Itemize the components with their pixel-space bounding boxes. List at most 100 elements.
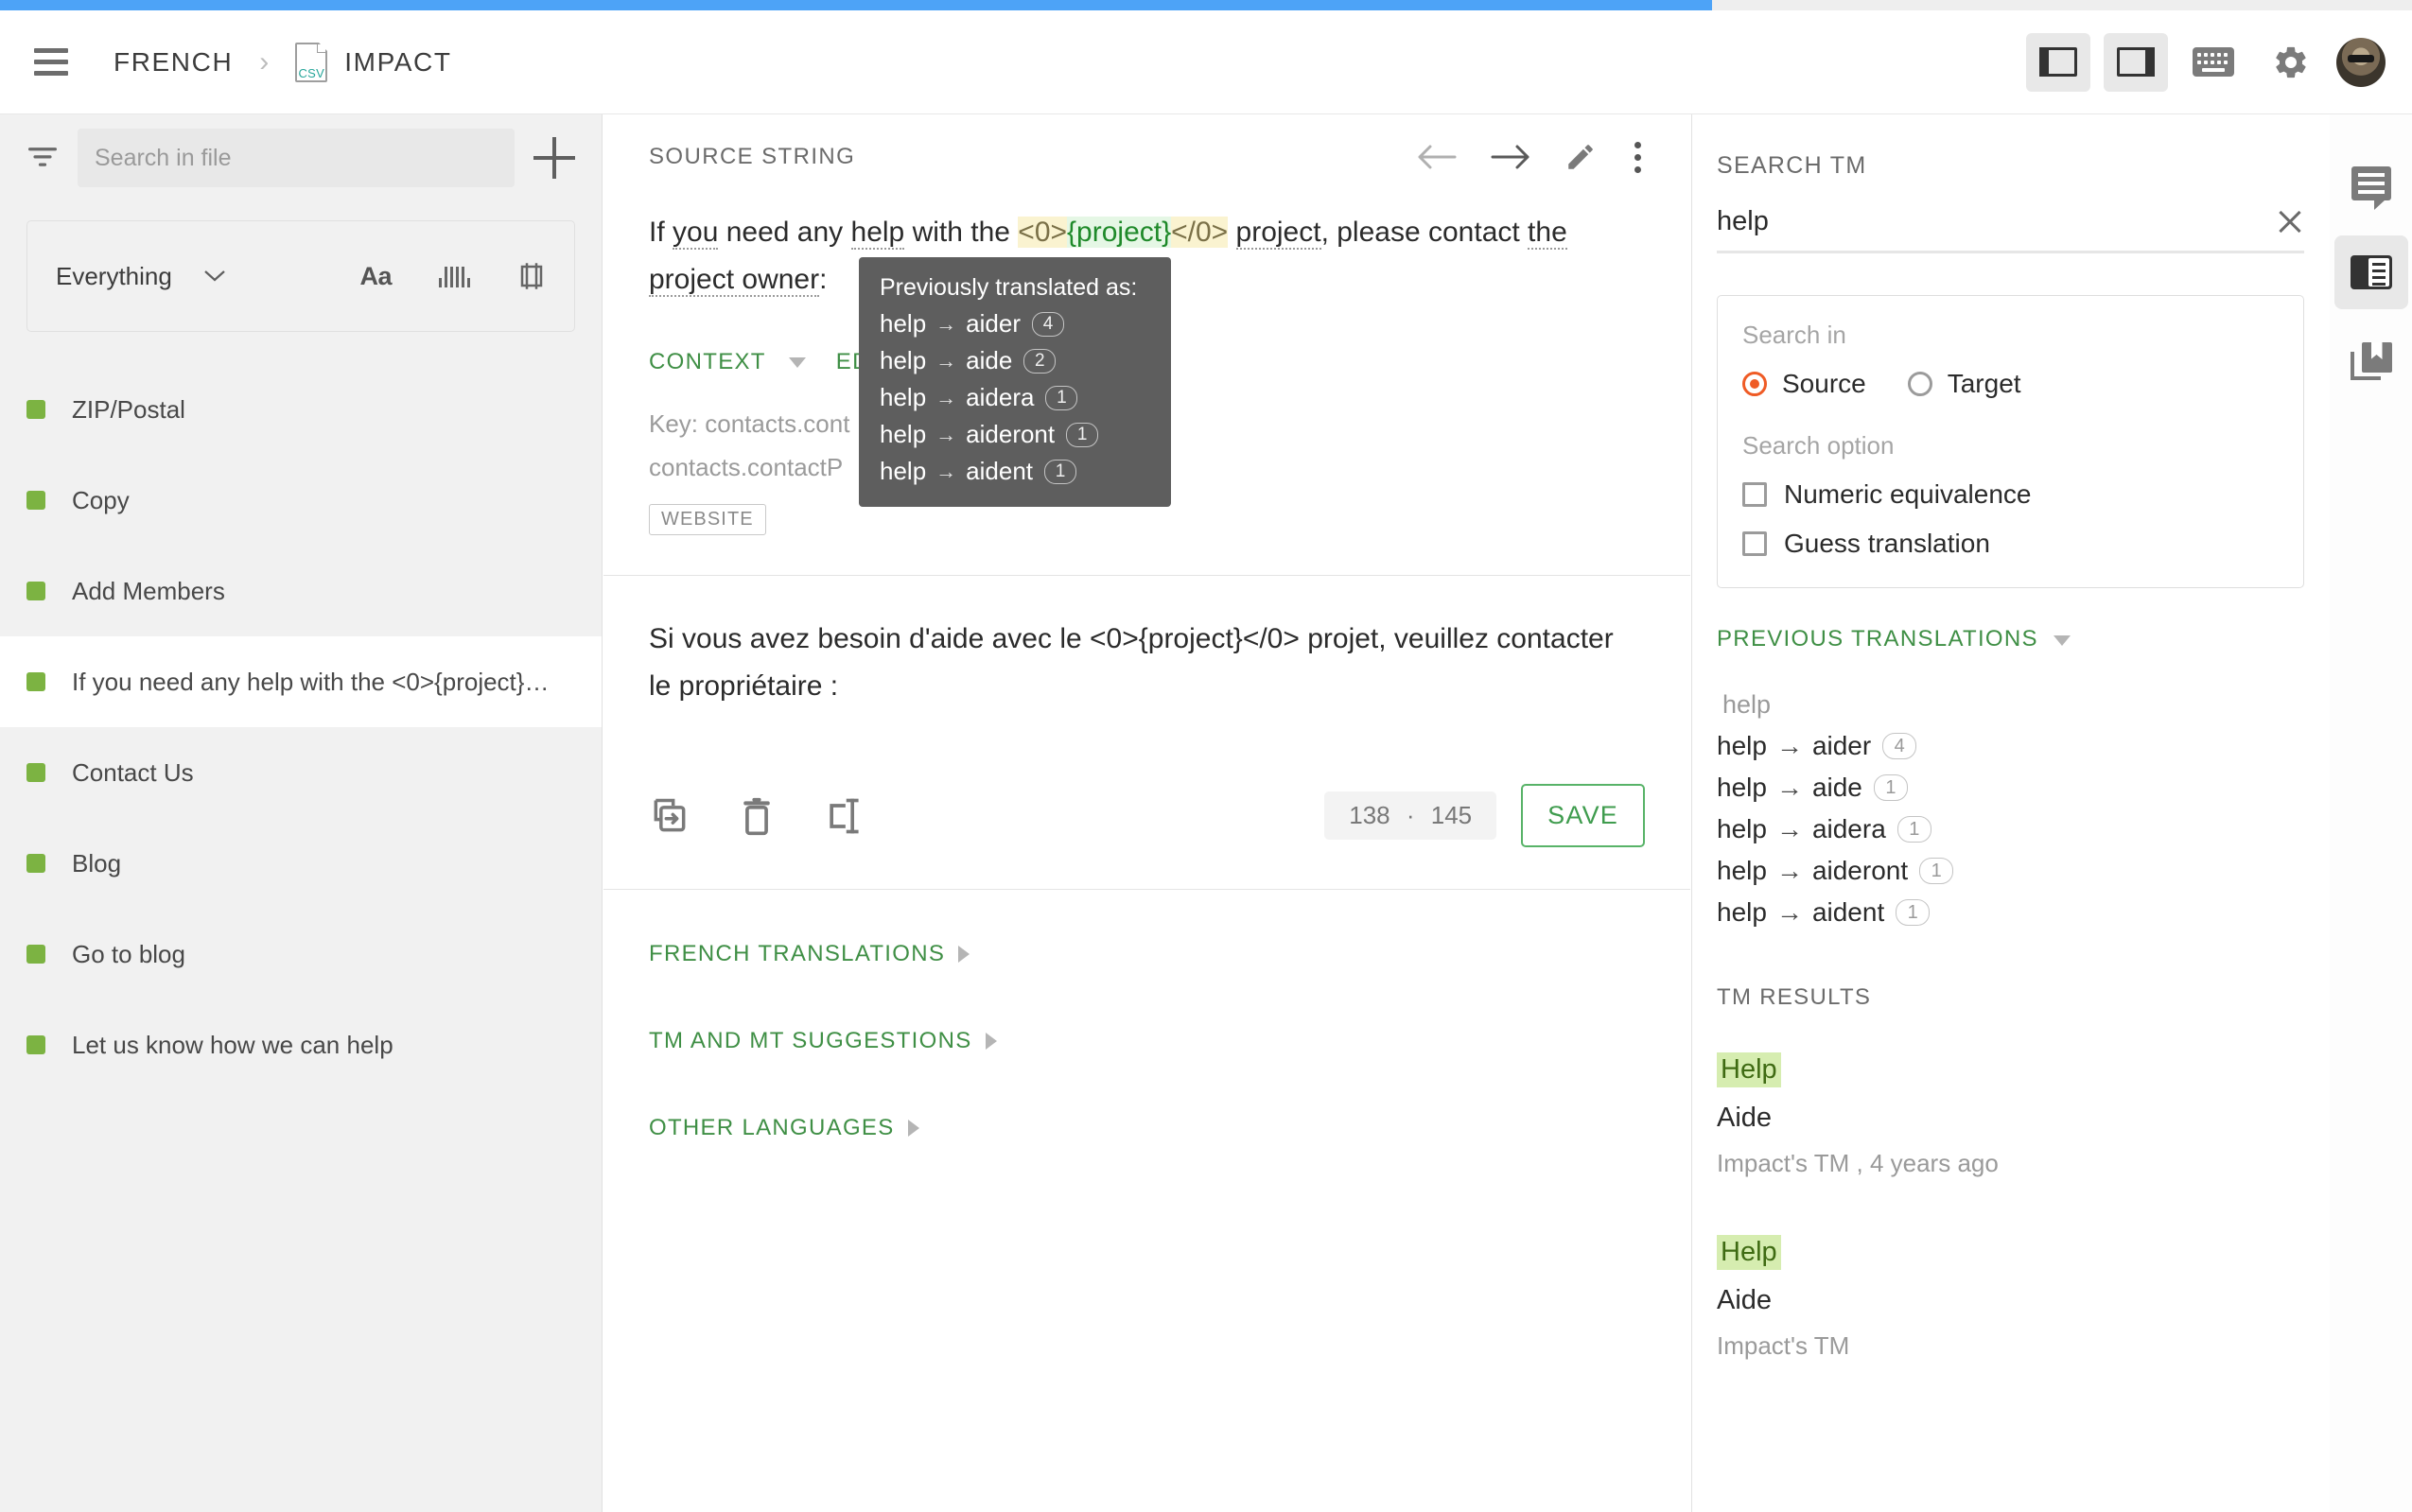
radio-source[interactable]: Source (1742, 369, 1866, 399)
arrow-right-glyph: → (935, 422, 957, 446)
section-french-translations[interactable]: FRENCH TRANSLATIONS (649, 922, 1645, 986)
previous-translations-toggle[interactable]: PREVIOUS TRANSLATIONS (1717, 626, 2329, 652)
target-editor[interactable]: Si vous avez besoin d'aide avec le <0>{p… (603, 576, 1690, 710)
triangle-down-icon[interactable] (788, 356, 806, 368)
search-in-radio-group: Source Target (1742, 369, 2279, 399)
status-dot (26, 400, 45, 419)
source-string-actions (1417, 138, 1645, 177)
pt-source: help (1717, 731, 1767, 760)
match-case-button[interactable]: Aa (359, 262, 392, 291)
list-item-selected[interactable]: If you need any help with the <0>{projec… (0, 636, 602, 727)
search-input[interactable]: Search in file (78, 129, 515, 187)
pt-target: aideront (1811, 856, 1909, 885)
tm-result-item[interactable]: Help Aide Impact's TM (1717, 1235, 2329, 1361)
src-word-project-owner[interactable]: project owner (649, 264, 820, 297)
radio-target[interactable]: Target (1907, 369, 2021, 399)
layout-left-toggle[interactable] (2026, 32, 2090, 92)
src-seg (1228, 217, 1235, 248)
previous-translation-row[interactable]: help → aidera 1 (1717, 814, 2329, 844)
pt-target: aidera (1811, 814, 1886, 843)
list-item[interactable]: ZIP/Postal (0, 364, 602, 455)
list-item[interactable]: Add Members (0, 546, 602, 636)
tooltip-target: aident (966, 457, 1033, 485)
placeholder-icon[interactable] (517, 262, 546, 290)
src-word-you[interactable]: you (673, 217, 719, 250)
previous-translations-label: PREVIOUS TRANSLATIONS (1717, 626, 2038, 652)
tooltip-source: help (880, 383, 927, 411)
close-icon[interactable] (2276, 208, 2304, 236)
add-string-button[interactable] (533, 137, 575, 179)
source-string-header: SOURCE STRING (603, 114, 1690, 200)
arrow-left-icon[interactable] (1417, 143, 1457, 171)
checkbox-guess-translation[interactable]: Guess translation (1742, 529, 2279, 559)
arrow-right-glyph: → (935, 385, 957, 409)
previous-translation-row[interactable]: help → aide 1 (1717, 773, 2329, 803)
tooltip-source: help (880, 457, 927, 485)
insert-placeholder-icon[interactable] (823, 795, 865, 837)
src-word-project[interactable]: project (1235, 217, 1321, 250)
list-item[interactable]: Go to blog (0, 909, 602, 999)
trash-icon[interactable] (738, 795, 776, 837)
tooltip-row: help → aider 4 (880, 309, 1150, 339)
search-in-label: Search in (1742, 321, 1846, 349)
section-tm-mt-suggestions[interactable]: TM AND MT SUGGESTIONS (649, 1009, 1645, 1073)
list-item[interactable]: Let us know how we can help (0, 999, 602, 1090)
pt-count-badge: 1 (1896, 816, 1931, 843)
tm-search-field[interactable]: help (1717, 206, 2304, 253)
arrow-right-icon[interactable] (1491, 143, 1530, 171)
tm-result-item[interactable]: Help Aide Impact's TM , 4 years ago (1717, 1052, 2329, 1178)
triangle-right-icon (985, 1033, 997, 1050)
comments-panel-button[interactable] (2334, 147, 2408, 220)
progress-bar-track (0, 0, 2412, 10)
user-avatar[interactable] (2336, 37, 2386, 87)
checkbox-numeric-equivalence[interactable]: Numeric equivalence (1742, 479, 2279, 510)
radio-source-label: Source (1782, 369, 1866, 398)
search-option-label: Search option (1742, 431, 1895, 460)
kebab-menu-icon[interactable] (1631, 138, 1645, 177)
tooltip-row: help → aideront 1 (880, 420, 1150, 449)
src-word-the[interactable]: the (1528, 217, 1567, 250)
pt-target: aident (1811, 897, 1885, 927)
list-item[interactable]: Blog (0, 818, 602, 909)
previous-translation-row[interactable]: help → aider 4 (1717, 731, 2329, 761)
target-editor-text[interactable]: Si vous avez besoin d'aide avec le <0>{p… (649, 616, 1633, 710)
keyboard-shortcuts-button[interactable] (2181, 33, 2246, 92)
pt-count-badge: 4 (1882, 733, 1917, 759)
copy-source-icon[interactable] (649, 795, 690, 837)
breadcrumb-language[interactable]: FRENCH (114, 47, 233, 78)
src-word-help[interactable]: help (850, 217, 905, 250)
status-dot (26, 1035, 45, 1054)
filter-scope-label[interactable]: Everything (56, 262, 172, 291)
breadcrumb-separator-icon: › (259, 45, 270, 78)
pencil-icon[interactable] (1564, 141, 1597, 173)
arrow-right-glyph: → (935, 459, 957, 483)
pt-count-badge: 1 (1873, 774, 1908, 801)
tooltip-title: Previously translated as: (880, 274, 1138, 301)
save-button[interactable]: SAVE (1521, 784, 1645, 847)
section-other-languages[interactable]: OTHER LANGUAGES (649, 1096, 1645, 1160)
tm-panel-button[interactable] (2333, 235, 2408, 309)
bars-icon[interactable] (439, 265, 470, 287)
previous-translation-row[interactable]: help → aideront 1 (1717, 856, 2329, 886)
search-tm-panel: SEARCH TM help Search in Source Target S… (1691, 114, 2329, 1512)
previous-translation-row[interactable]: help → aident 1 (1717, 897, 2329, 928)
settings-button[interactable] (2259, 33, 2323, 92)
layout-right-toggle[interactable] (2104, 32, 2168, 92)
breadcrumb-file[interactable]: IMPACT (344, 47, 451, 78)
tooltip-row: help → aide 2 (880, 346, 1150, 375)
hamburger-menu-icon[interactable] (34, 48, 68, 76)
radio-source-indicator (1742, 372, 1767, 396)
chevron-down-icon[interactable] (204, 270, 225, 282)
list-item[interactable]: Contact Us (0, 727, 602, 818)
context-toggle[interactable]: CONTEXT (649, 349, 766, 375)
tooltip-target: aideront (966, 420, 1056, 448)
tooltip-count-badge: 1 (1045, 385, 1078, 410)
checkbox-numeric-indicator (1742, 482, 1767, 507)
glossary-panel-button[interactable] (2334, 324, 2408, 398)
pt-source: help (1717, 856, 1767, 885)
tm-result-source: Help (1717, 1052, 1781, 1087)
list-item[interactable]: Copy (0, 455, 602, 546)
tooltip-source: help (880, 309, 927, 338)
filter-icon[interactable] (26, 144, 59, 172)
tooltip-count-badge: 1 (1066, 422, 1099, 447)
